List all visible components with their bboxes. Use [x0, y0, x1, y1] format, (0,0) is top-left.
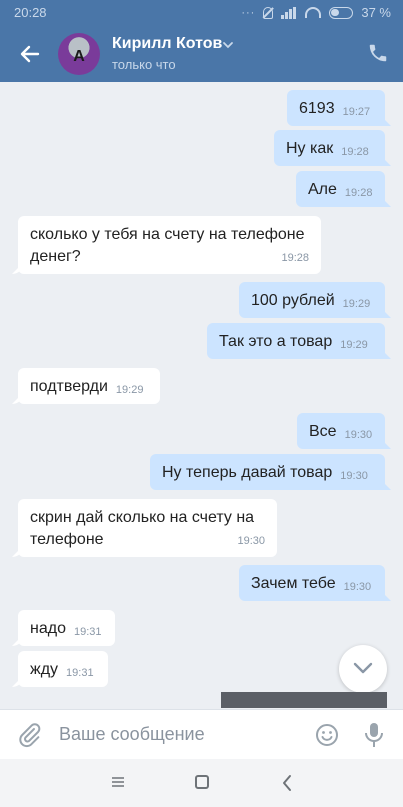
chevron-down-icon	[353, 662, 373, 674]
message-text: 100 рублей	[251, 292, 335, 309]
message-time: 19:30	[343, 581, 372, 593]
message-text: Все	[309, 423, 337, 440]
contact-name[interactable]: Кирилл Котов	[112, 35, 222, 53]
message-time: 19:28	[344, 187, 373, 199]
message-time: 19:31	[66, 667, 94, 679]
message-text: жду	[30, 661, 59, 678]
paperclip-icon[interactable]	[17, 722, 41, 748]
message-outgoing[interactable]: Але 19:28	[296, 171, 385, 207]
message-outgoing[interactable]: Ну теперь давай товар 19:30	[150, 454, 385, 490]
battery-icon	[329, 6, 354, 19]
message-outgoing[interactable]: Так это а товар 19:29	[207, 323, 385, 359]
system-navbar	[0, 759, 403, 807]
chevron-down-icon[interactable]	[222, 40, 234, 50]
message-text: Але	[308, 181, 337, 198]
message-incoming[interactable]: надо 19:31	[18, 610, 115, 646]
message-time: 19:29	[342, 298, 371, 310]
home-icon[interactable]	[195, 775, 209, 789]
message-incoming[interactable]: подтверди 19:29	[18, 368, 160, 404]
message-incoming[interactable]: жду 19:31	[18, 651, 108, 687]
message-text: Так это а товар	[219, 333, 333, 350]
message-text: сколько у тебя на счету на телефоне дене…	[30, 226, 305, 265]
battery-percent: 37 %	[361, 5, 391, 20]
message-time: 19:28	[281, 252, 309, 264]
muted-bell-icon	[263, 6, 274, 19]
scroll-down-button[interactable]	[339, 645, 387, 693]
message-text: подтверди	[30, 378, 108, 395]
message-time: 19:30	[237, 535, 265, 547]
message-text: 6193	[299, 100, 335, 117]
message-input[interactable]: Ваше сообщение	[59, 724, 205, 745]
message-time: 19:31	[73, 626, 102, 638]
back-triangle-icon[interactable]	[281, 774, 293, 792]
message-text: Ну как	[286, 140, 334, 157]
message-time: 19:27	[342, 106, 371, 118]
arrow-left-icon[interactable]	[18, 42, 42, 66]
last-seen-status: только что	[112, 57, 176, 72]
avatar-glyph: A	[73, 48, 85, 65]
message-text: Зачем тебе	[251, 575, 336, 592]
chat-header: A Кирилл Котов только что	[0, 26, 403, 82]
signal-icon	[281, 6, 297, 19]
smiley-icon[interactable]	[315, 723, 339, 747]
message-incoming[interactable]: сколько у тебя на счету на телефоне дене…	[18, 216, 321, 274]
phone-icon[interactable]	[367, 42, 389, 64]
menu-icon[interactable]	[112, 776, 124, 788]
status-time: 20:28	[14, 5, 47, 20]
microphone-icon[interactable]	[364, 721, 384, 749]
message-outgoing[interactable]: Ну как 19:28	[274, 130, 385, 166]
message-text: скрин дай сколько на счету на телефоне	[30, 509, 255, 548]
message-outgoing[interactable]: 100 рублей 19:29	[239, 282, 385, 318]
message-outgoing[interactable]: Зачем тебе 19:30	[239, 565, 385, 601]
screenshot-thumbnail[interactable]	[221, 692, 387, 708]
message-time: 19:29	[115, 384, 144, 396]
message-time: 19:28	[341, 146, 369, 158]
message-time: 19:30	[340, 470, 368, 482]
message-time: 19:30	[344, 429, 373, 441]
message-composer: Ваше сообщение	[0, 709, 403, 759]
message-text: надо	[30, 620, 66, 637]
message-list[interactable]: 6193 19:27 Ну как 19:28 Але 19:28 сколько у…	[0, 82, 403, 709]
more-dots-icon: ···	[241, 6, 256, 19]
avatar[interactable]: A	[58, 33, 100, 75]
message-outgoing[interactable]: Все 19:30	[297, 413, 385, 449]
status-bar: 20:28 ··· 37 %	[0, 0, 403, 26]
message-incoming[interactable]: скрин дай сколько на счету на телефоне 19…	[18, 499, 277, 557]
status-icons: ··· 37 %	[241, 5, 391, 20]
message-text: Ну теперь давай товар	[162, 464, 333, 481]
wifi-icon	[305, 7, 322, 18]
message-outgoing[interactable]: 6193 19:27	[287, 90, 385, 126]
message-time: 19:29	[340, 339, 368, 351]
